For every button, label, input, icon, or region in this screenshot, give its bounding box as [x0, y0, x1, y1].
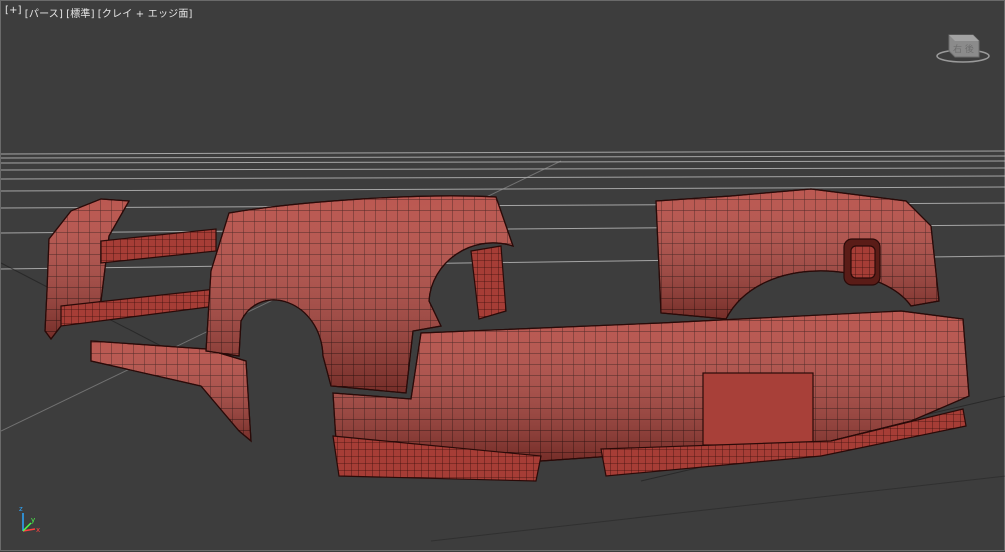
viewcube-icon[interactable]: 右 後 [936, 34, 990, 63]
viewport-plus-menu[interactable]: [+] [5, 5, 22, 20]
viewport-style-menu[interactable]: [クレイ + エッジ面] [98, 5, 193, 20]
viewport-shading-menu[interactable]: [標準] [66, 5, 95, 20]
mesh-rear-quarter-right[interactable] [655, 188, 940, 320]
mesh-rear-bumper[interactable] [332, 310, 970, 482]
axis-z-label: z [19, 505, 23, 513]
viewport-view-menu[interactable]: [パース] [25, 5, 63, 20]
axis-x-label: x [36, 526, 40, 534]
axis-tripod-icon: z x y [19, 505, 40, 534]
viewcube-face-label: 右 後 [953, 43, 974, 55]
viewport-label-menu: [+] [パース] [標準] [クレイ + エッジ面] [5, 5, 193, 20]
scene-canvas[interactable]: 右 後 z x y [1, 1, 1005, 552]
axis-y-label: y [31, 516, 35, 524]
viewport-perspective[interactable]: 右 後 z x y [+] [パース] [標準] [クレイ + エッジ面] [0, 0, 1005, 551]
